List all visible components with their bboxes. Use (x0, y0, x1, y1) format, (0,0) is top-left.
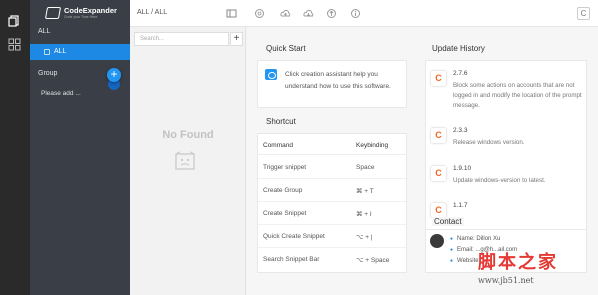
cloud-download-icon[interactable] (303, 8, 314, 19)
shortcut-table: Command Keybinding Trigger snippet Space… (257, 133, 407, 273)
add-group-button[interactable]: + (107, 68, 121, 82)
top-toolbar: ALL / ALL C (130, 0, 598, 27)
update-description: Block some actions on accounts that are … (453, 82, 582, 109)
icon-rail (0, 0, 30, 295)
quick-start-text: Click creation assistant help you unders… (285, 71, 391, 90)
contact-name: Name: Dillon Xu (450, 234, 517, 245)
update-history-list: C 2.7.6 Block some actions on accounts t… (425, 60, 587, 240)
table-row: Create Group ⌘ + T (258, 179, 406, 202)
empty-box-icon (175, 151, 195, 170)
search-input[interactable]: Search... (134, 32, 229, 46)
watermark-url: www.jb51.net (478, 276, 534, 285)
sidebar-placeholder-item[interactable]: Please add ... (41, 90, 81, 97)
update-version: 2.3.3 (453, 127, 468, 134)
apps-grid-icon[interactable] (8, 38, 21, 51)
command-cell: Create Snippet (263, 210, 307, 217)
assistant-icon (265, 69, 277, 80)
plus-icon: + (110, 67, 118, 81)
logo-title: CodeExpander (64, 6, 117, 15)
sidebar-item-all[interactable]: ALL (30, 44, 130, 60)
sidebar-item-label: ALL (54, 48, 67, 55)
keybinding-cell: ⌘ + I (356, 211, 372, 218)
update-description: Release windows version. (453, 139, 525, 146)
list-item: C 2.7.6 Block some actions on accounts t… (426, 67, 586, 109)
logo-subtitle: Code your Time Here (64, 15, 98, 19)
keybinding-cell: ⌥ + | (356, 234, 373, 241)
breadcrumb: ALL / ALL (137, 9, 168, 16)
info-circle-icon[interactable] (350, 8, 361, 19)
command-cell: Create Group (263, 187, 303, 194)
arrow-up-circle-icon[interactable] (326, 8, 337, 19)
avatar (430, 234, 444, 248)
keybinding-cell: ⌥ + Space (356, 257, 390, 264)
update-version: 2.7.6 (453, 70, 468, 77)
cloud-upload-icon[interactable] (280, 8, 291, 19)
watermark-text: 脚本之家 (478, 252, 558, 273)
group-sidebar: CodeExpander Code your Time Here ALL ALL… (30, 0, 130, 295)
help-icon[interactable] (254, 8, 265, 19)
app-logo: CodeExpander Code your Time Here (44, 6, 117, 22)
shortcut-title: Shortcut (266, 117, 296, 126)
update-version: 1.9.10 (453, 165, 472, 172)
add-snippet-button[interactable]: + (230, 32, 243, 46)
list-item: C 1.9.10 Update windows-version to lates… (426, 162, 586, 199)
sidebar-all-header: ALL (38, 28, 51, 35)
col-command: Command (263, 142, 293, 149)
list-item: C 2.3.3 Release windows version. (426, 124, 586, 161)
table-row: Quick Create Snippet ⌥ + | (258, 225, 406, 248)
codeexpander-logo-icon: C (431, 203, 446, 218)
contact-title: Contact (432, 217, 464, 226)
table-row: Trigger snippet Space (258, 156, 406, 179)
codeexpander-logo-icon: C (431, 166, 446, 181)
update-description: Update windows-version to latest. (453, 177, 546, 184)
command-cell: Search Snippet Bar (263, 256, 320, 263)
table-row: Search Snippet Bar ⌥ + Space (258, 248, 406, 271)
logo-button-icon[interactable]: C (577, 7, 590, 20)
quick-start-title: Quick Start (266, 44, 306, 53)
empty-state-text: No Found (162, 129, 214, 141)
command-cell: Trigger snippet (263, 164, 307, 171)
sidebar-group-header: Group (38, 70, 58, 77)
snippet-list-pane: Search... + No Found (130, 27, 246, 295)
shortcut-table-header: Command Keybinding (258, 134, 406, 155)
quick-start-card[interactable]: Click creation assistant help you unders… (257, 60, 407, 108)
col-keybinding: Keybinding (356, 142, 389, 149)
codeexpander-logo-icon: C (431, 71, 446, 86)
logo-mark-icon (44, 7, 62, 19)
update-history-title: Update History (432, 44, 485, 53)
table-row: Create Snippet ⌘ + I (258, 202, 406, 225)
panel-icon[interactable] (226, 8, 237, 19)
keybinding-cell: Space (356, 164, 375, 171)
folder-icon (44, 49, 50, 55)
codeexpander-logo-icon: C (431, 128, 446, 143)
watermark: 脚本之家 www.jb51.net (478, 248, 558, 285)
snippets-icon[interactable] (8, 14, 21, 27)
update-version: 1.1.7 (453, 202, 468, 209)
command-cell: Quick Create Snippet (263, 233, 325, 240)
keybinding-cell: ⌘ + T (356, 188, 374, 195)
